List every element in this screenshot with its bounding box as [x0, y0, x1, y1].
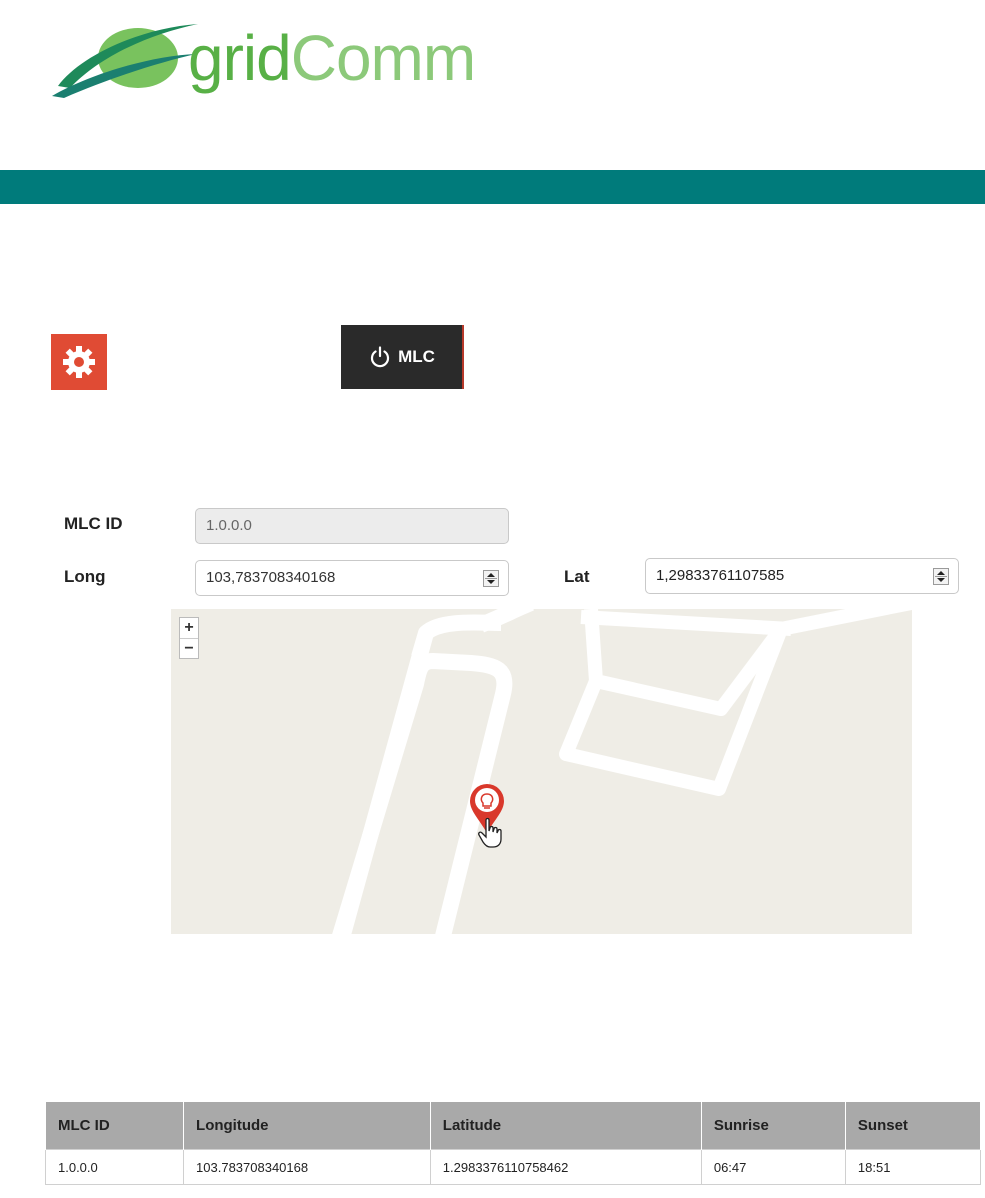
- cell-sunset: 18:51: [844, 1149, 982, 1185]
- table-header-row: MLC ID Longitude Latitude Sunrise Sunset: [44, 1101, 982, 1150]
- map[interactable]: + −: [171, 609, 912, 934]
- logo-swoosh-icon: [52, 24, 198, 98]
- cell-mlc-id: 1.0.0.0: [44, 1149, 185, 1185]
- mlc-id-label: MLC ID: [64, 514, 123, 533]
- lat-input[interactable]: 1,29833761107585: [645, 558, 959, 594]
- zoom-control: + −: [179, 617, 199, 659]
- lat-spinner[interactable]: [933, 568, 949, 585]
- column-header[interactable]: MLC ID: [44, 1101, 185, 1150]
- logo-wordmark: gridComm: [188, 26, 476, 90]
- mlc-id-field[interactable]: 1.0.0.0: [195, 508, 509, 544]
- logo-text-grid: grid: [188, 22, 292, 94]
- power-icon: [371, 346, 390, 368]
- gridcomm-logo: gridComm: [50, 16, 480, 100]
- lat-value: 1,29833761107585: [656, 567, 785, 584]
- zoom-out-button[interactable]: −: [180, 638, 198, 659]
- cell-sunrise: 06:47: [700, 1149, 846, 1185]
- column-header[interactable]: Longitude: [183, 1101, 431, 1150]
- header-band: [0, 170, 985, 204]
- cell-longitude: 103.783708340168: [183, 1149, 431, 1185]
- zoom-in-button[interactable]: +: [180, 618, 198, 638]
- gear-icon: [63, 346, 95, 378]
- map-roads: [332, 609, 912, 934]
- long-label: Long: [64, 567, 106, 586]
- lat-label: Lat: [564, 567, 590, 586]
- long-value: 103,783708340168: [206, 569, 336, 586]
- long-spinner[interactable]: [483, 570, 499, 587]
- mlc-power-button[interactable]: MLC: [341, 325, 464, 389]
- settings-button[interactable]: [51, 334, 107, 390]
- mlc-id-value: 1.0.0.0: [206, 517, 252, 534]
- logo-text-comm: Comm: [290, 22, 476, 94]
- cell-latitude: 1.2983376110758462: [429, 1149, 702, 1185]
- hand-pointer-icon: [478, 817, 502, 848]
- mlc-button-label: MLC: [398, 347, 435, 366]
- column-header[interactable]: Latitude: [429, 1101, 702, 1150]
- column-header[interactable]: Sunset: [844, 1101, 982, 1150]
- mlc-table: MLC ID Longitude Latitude Sunrise Sunset…: [44, 1101, 982, 1185]
- column-header[interactable]: Sunrise: [700, 1101, 846, 1150]
- long-input[interactable]: 103,783708340168: [195, 560, 509, 596]
- table-row[interactable]: 1.0.0.0 103.783708340168 1.2983376110758…: [44, 1149, 982, 1185]
